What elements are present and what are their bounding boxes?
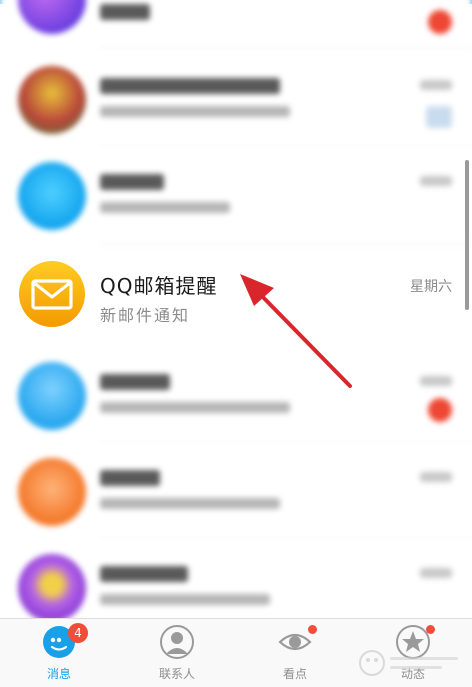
conversation-preview-blurred [100,498,280,509]
conversation-preview-blurred [100,202,230,213]
list-item[interactable] [0,444,472,540]
unread-badge [428,10,452,34]
contact-icon [160,625,194,659]
conversation-title-blurred [100,78,280,94]
eye-icon [278,633,312,651]
conversation-title-blurred [100,470,160,486]
tab-dynamics[interactable]: 动态 [354,619,472,687]
conversation-preview-blurred [100,594,270,605]
qq-message-screen: QQ邮箱提醒 新邮件通知 星期六 4 消息 联系人 看点 动态 [0,0,472,687]
list-item[interactable] [0,348,472,444]
conversation-time-blurred [420,568,452,578]
list-item[interactable] [0,148,472,244]
conversation-title-blurred [100,4,150,20]
divider [100,47,472,48]
tab-messages[interactable]: 4 消息 [0,619,118,687]
conversation-time-blurred [420,176,452,186]
conversation-preview-blurred [100,106,290,117]
conversation-preview-blurred [100,402,290,413]
avatar [18,66,86,134]
conversation-title-blurred [100,174,164,190]
conversation-time-blurred [420,376,452,386]
avatar [18,362,86,430]
tab-label: 动态 [400,667,425,681]
scrollbar[interactable] [465,160,469,310]
divider [100,243,472,244]
avatar [18,0,86,34]
conversation-preview: 新邮件通知 [100,306,191,325]
list-item[interactable] [0,0,472,48]
tab-label: 消息 [46,667,71,681]
conversation-time: 星期六 [410,279,452,295]
tab-label: 联系人 [158,667,195,681]
avatar [18,554,86,618]
conversation-time-blurred [420,80,452,90]
tab-label: 看点 [282,667,307,681]
conversation-time-blurred [420,472,452,482]
status-icon [426,106,452,128]
envelope-icon [19,261,85,327]
bottom-tab-bar: 4 消息 联系人 看点 动态 [0,618,472,687]
star-icon [396,625,430,659]
conversation-title-blurred [100,374,170,390]
conversation-title: QQ邮箱提醒 [100,274,218,298]
unread-badge [428,398,452,422]
conversation-title-blurred [100,566,188,582]
list-item[interactable] [0,52,472,148]
conversation-list[interactable]: QQ邮箱提醒 新邮件通知 星期六 [0,0,472,618]
unread-count-badge: 4 [68,623,88,643]
new-content-dot [308,625,317,634]
tab-kandian[interactable]: 看点 [236,619,354,687]
list-item[interactable] [0,540,472,618]
avatar [18,162,86,230]
tab-contacts[interactable]: 联系人 [118,619,236,687]
new-content-dot [426,625,435,634]
avatar [18,458,86,526]
